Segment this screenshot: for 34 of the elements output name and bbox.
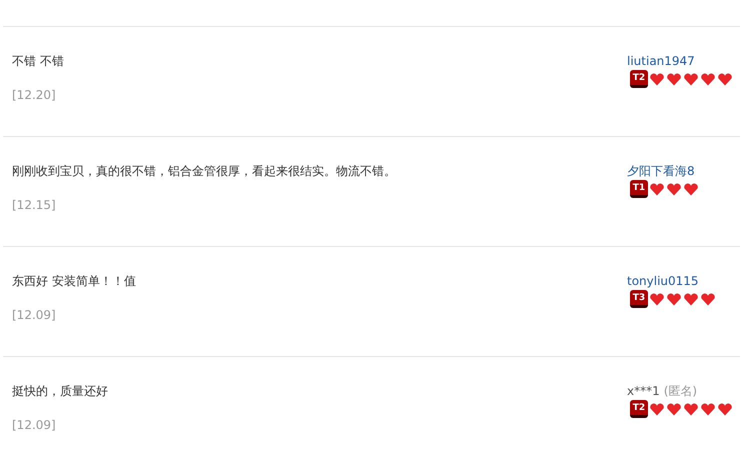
- heart-icon: [684, 182, 698, 196]
- heart-icon: [667, 292, 681, 306]
- heart-icon: [701, 402, 715, 416]
- heart-icon: [684, 292, 698, 306]
- heart-icon: [667, 182, 681, 196]
- heart-icon: [701, 72, 715, 86]
- review-text: 挺快的，质量还好: [12, 383, 109, 399]
- rank-badge: T2: [630, 70, 648, 88]
- heart-icon: [650, 292, 664, 306]
- heart-icon: [701, 292, 715, 306]
- review-date: [12.15]: [12, 197, 57, 213]
- rank-badge: T2: [630, 400, 648, 418]
- heart-icon: [718, 72, 732, 86]
- rank-badge: T1: [630, 180, 648, 198]
- review-text: 东西好 安装简单！！值: [12, 273, 137, 289]
- heart-icon: [684, 72, 698, 86]
- username[interactable]: liutian1947: [627, 53, 695, 69]
- heart-icon: [650, 72, 664, 86]
- review-date: [12.20]: [12, 87, 57, 103]
- heart-icon: [684, 402, 698, 416]
- rank-badge: T3: [630, 290, 648, 308]
- username[interactable]: tonyliu0115: [627, 273, 699, 289]
- review-date: [12.09]: [12, 307, 57, 323]
- heart-icon: [667, 72, 681, 86]
- review-text: 刚刚收到宝贝，真的很不错，铝合金管很厚，看起来很结实。物流不错。: [12, 163, 397, 179]
- heart-icon: [650, 402, 664, 416]
- username[interactable]: x***1: [627, 383, 660, 399]
- anonymous-label: (匿名): [664, 383, 698, 399]
- review-date: [12.09]: [12, 417, 57, 433]
- heart-icon: [650, 182, 664, 196]
- username[interactable]: 夕阳下看海8: [627, 163, 695, 179]
- review-text: 不错 不错: [12, 53, 65, 69]
- heart-icon: [718, 402, 732, 416]
- heart-icon: [667, 402, 681, 416]
